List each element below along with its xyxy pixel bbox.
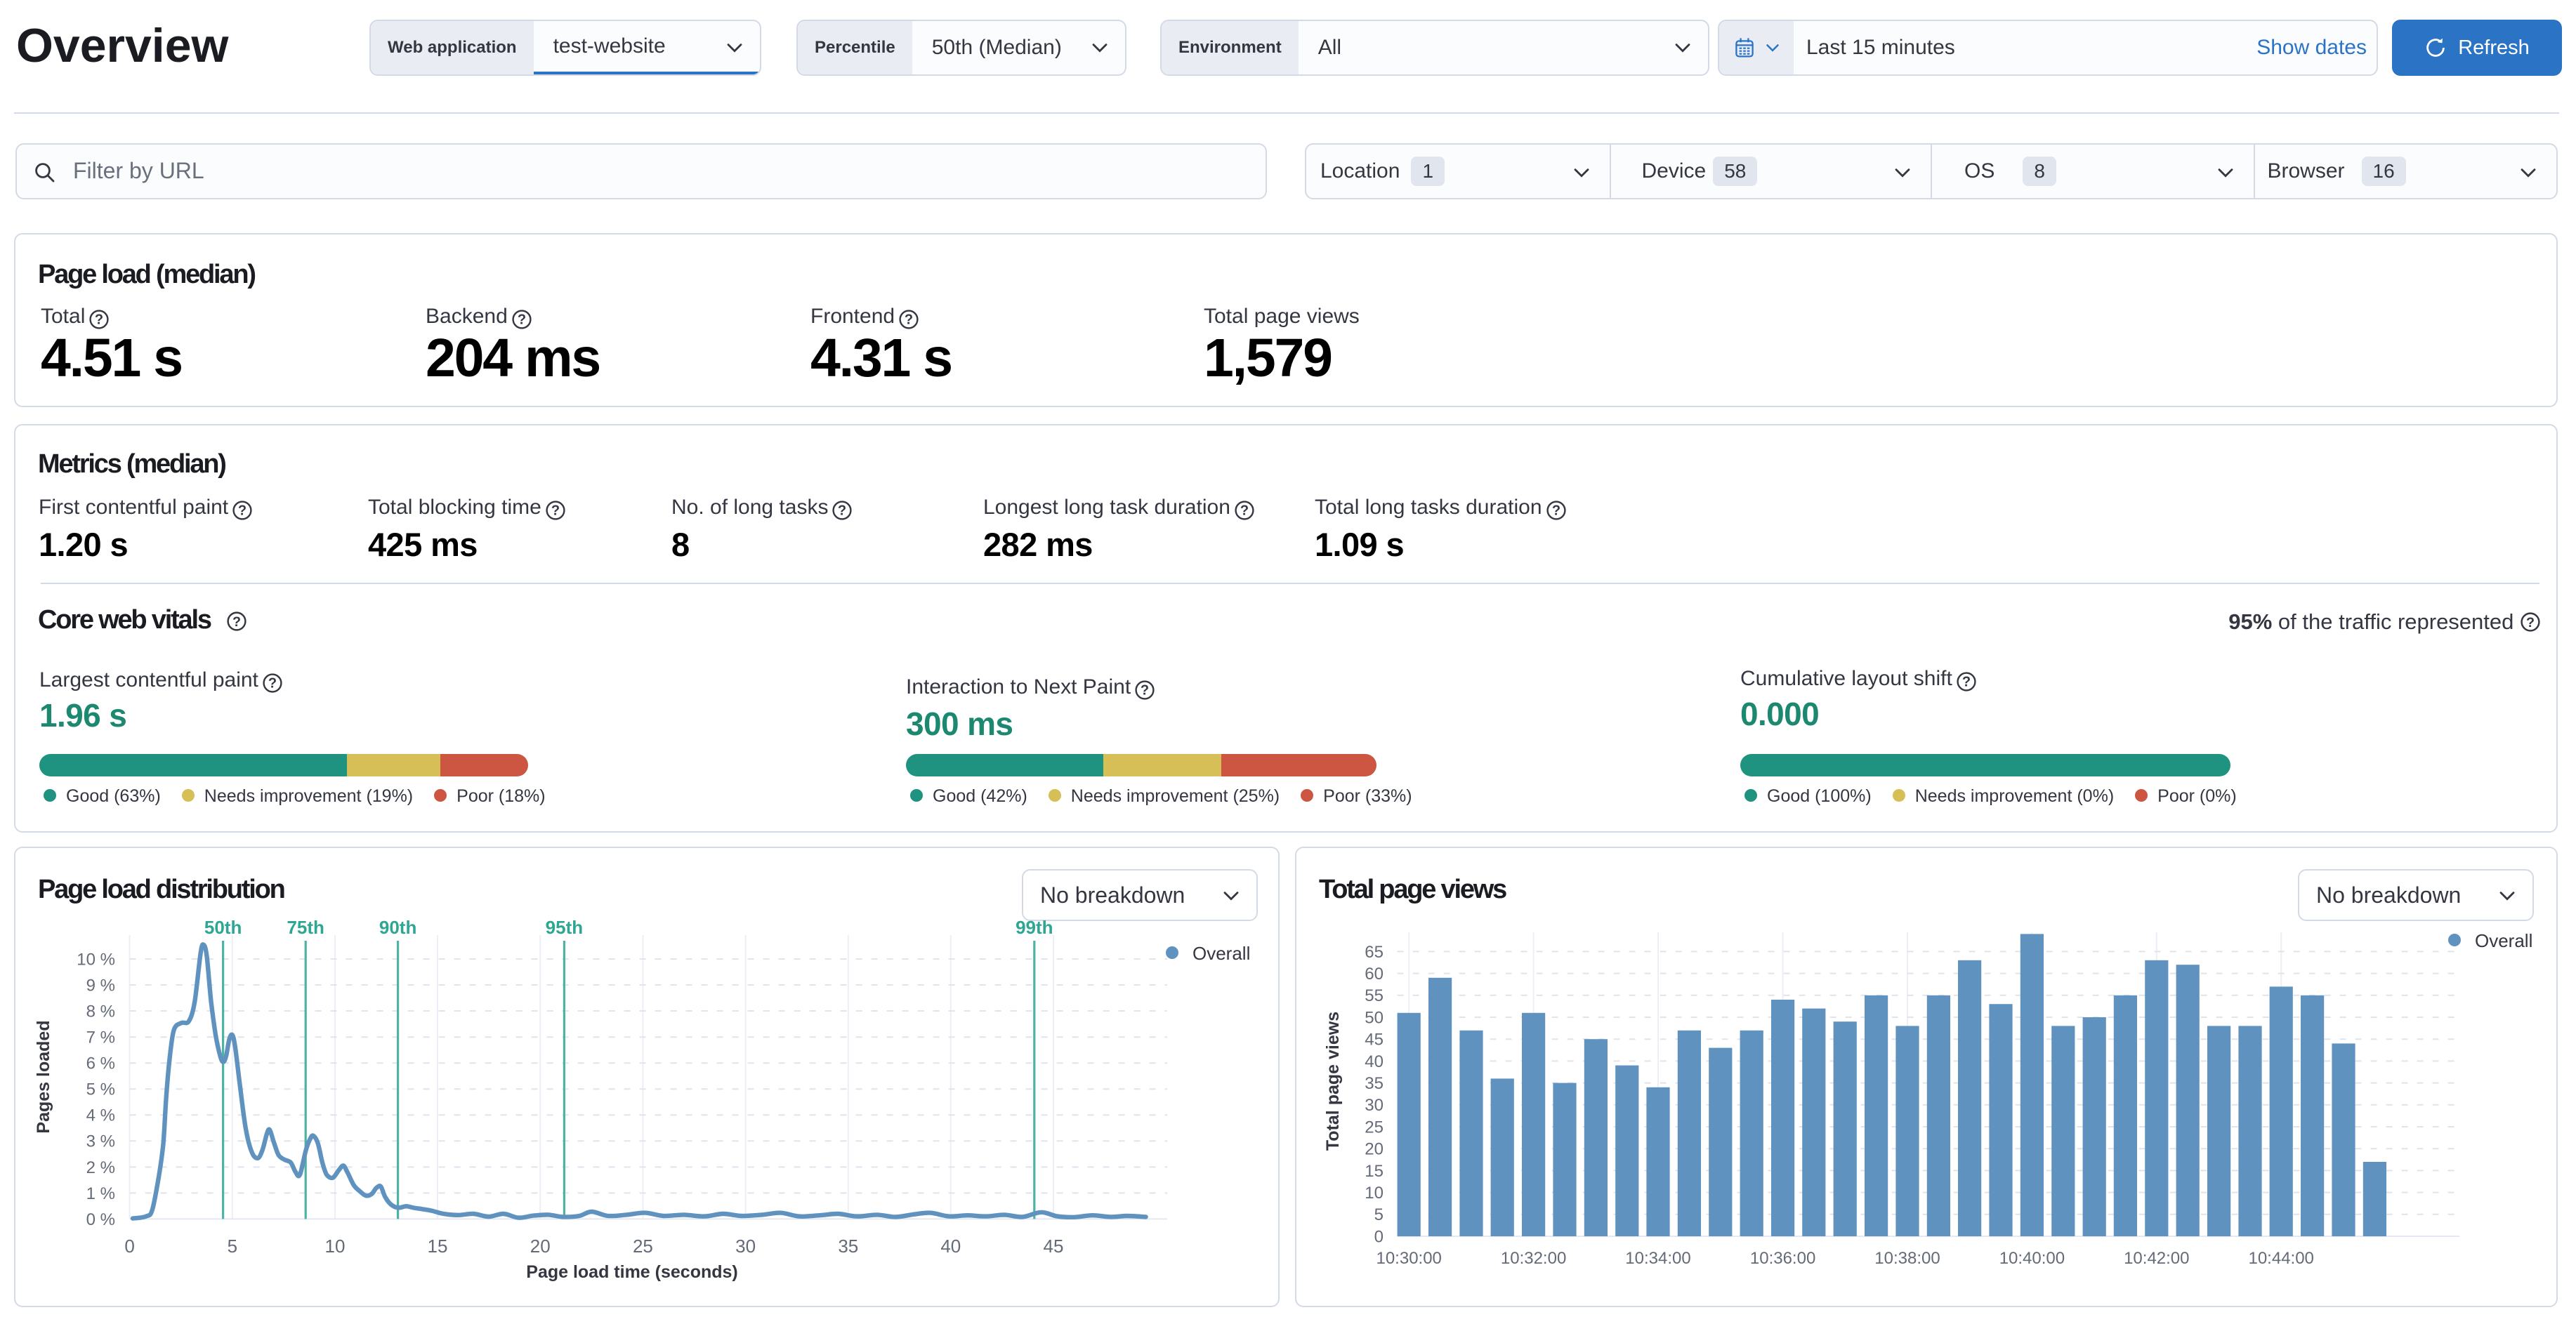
svg-text:5 %: 5 % — [86, 1080, 115, 1099]
svg-text:55: 55 — [1365, 986, 1384, 1005]
svg-text:?: ? — [268, 676, 277, 691]
svg-text:15: 15 — [1365, 1162, 1384, 1181]
svg-text:65: 65 — [1365, 943, 1384, 962]
svg-text:9 %: 9 % — [86, 976, 115, 995]
svg-text:8 %: 8 % — [86, 1002, 115, 1021]
svg-text:75th: 75th — [287, 917, 324, 938]
svg-text:10:30:00: 10:30:00 — [1376, 1249, 1441, 1268]
svg-text:Total page views: Total page views — [1323, 1012, 1343, 1151]
svg-text:40: 40 — [1365, 1052, 1384, 1071]
svg-text:3 %: 3 % — [86, 1132, 115, 1151]
svg-text:10:32:00: 10:32:00 — [1501, 1249, 1566, 1268]
svg-text:7 %: 7 % — [86, 1028, 115, 1047]
svg-text:20: 20 — [530, 1236, 551, 1257]
svg-text:10:38:00: 10:38:00 — [1874, 1249, 1940, 1268]
svg-text:50th: 50th — [204, 917, 242, 938]
svg-text:?: ? — [232, 614, 241, 630]
svg-text:?: ? — [838, 503, 846, 519]
svg-text:Page load time (seconds): Page load time (seconds) — [526, 1262, 737, 1282]
svg-text:35: 35 — [838, 1236, 858, 1257]
svg-text:60: 60 — [1365, 965, 1384, 984]
svg-text:4 %: 4 % — [86, 1106, 115, 1125]
svg-text:50: 50 — [1365, 1008, 1384, 1027]
svg-text:20: 20 — [1365, 1140, 1384, 1159]
svg-text:15: 15 — [428, 1236, 448, 1257]
svg-text:99th: 99th — [1016, 917, 1053, 938]
svg-text:?: ? — [2526, 615, 2535, 630]
svg-text:10:34:00: 10:34:00 — [1625, 1249, 1690, 1268]
svg-text:30: 30 — [1365, 1096, 1384, 1115]
svg-text:10:44:00: 10:44:00 — [2248, 1249, 2313, 1268]
svg-text:0: 0 — [124, 1236, 134, 1257]
svg-text:?: ? — [95, 312, 103, 328]
svg-text:40: 40 — [940, 1236, 961, 1257]
svg-text:25: 25 — [633, 1236, 653, 1257]
svg-text:2 %: 2 % — [86, 1158, 115, 1177]
svg-text:90th: 90th — [379, 917, 416, 938]
svg-text:5: 5 — [1374, 1205, 1384, 1224]
svg-text:1 %: 1 % — [86, 1184, 115, 1203]
svg-text:?: ? — [518, 312, 526, 328]
svg-text:6 %: 6 % — [86, 1054, 115, 1073]
svg-text:?: ? — [1141, 683, 1149, 699]
svg-text:30: 30 — [735, 1236, 756, 1257]
svg-text:35: 35 — [1365, 1074, 1384, 1093]
svg-text:?: ? — [1962, 675, 1971, 690]
svg-text:?: ? — [1551, 503, 1560, 519]
svg-text:10:42:00: 10:42:00 — [2124, 1249, 2189, 1268]
svg-text:5: 5 — [228, 1236, 237, 1257]
svg-text:?: ? — [551, 503, 560, 519]
svg-text:?: ? — [1240, 503, 1249, 519]
svg-text:?: ? — [905, 312, 913, 328]
svg-text:0 %: 0 % — [86, 1210, 115, 1229]
svg-text:95th: 95th — [546, 917, 583, 938]
svg-text:45: 45 — [1044, 1236, 1064, 1257]
svg-text:10:36:00: 10:36:00 — [1750, 1249, 1815, 1268]
svg-text:Pages loaded: Pages loaded — [34, 1020, 53, 1133]
svg-text:10 %: 10 % — [77, 950, 115, 969]
svg-text:25: 25 — [1365, 1118, 1384, 1137]
svg-text:45: 45 — [1365, 1031, 1384, 1050]
svg-text:10:40:00: 10:40:00 — [1999, 1249, 2065, 1268]
svg-text:?: ? — [238, 503, 247, 519]
svg-text:10: 10 — [325, 1236, 346, 1257]
svg-text:10: 10 — [1365, 1184, 1384, 1203]
svg-text:0: 0 — [1374, 1227, 1384, 1246]
